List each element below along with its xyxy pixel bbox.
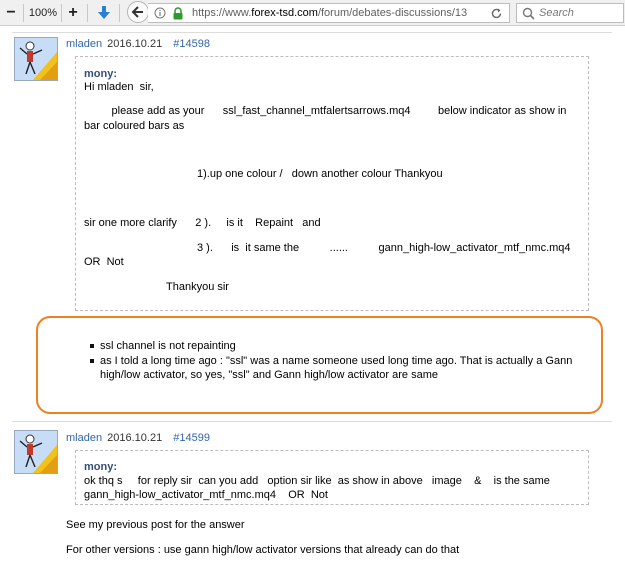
avatar-figure-icon bbox=[15, 431, 57, 473]
post-header: mladen 2016.10.21 #14598 bbox=[66, 38, 210, 50]
quote-line: ok thq s for reply sir can you add optio… bbox=[84, 475, 550, 487]
search-icon bbox=[522, 7, 535, 20]
url-prefix: https://www. bbox=[192, 7, 252, 19]
toolbar-separator bbox=[119, 4, 120, 22]
download-arrow-icon bbox=[98, 6, 110, 19]
quote-box: mony: ok thq s for reply sir can you add… bbox=[75, 450, 589, 505]
list-item: ssl channel is not repainting bbox=[90, 339, 600, 353]
post-divider bbox=[12, 421, 612, 422]
address-bar[interactable]: https://www.forex-tsd.com/forum/debates-… bbox=[148, 3, 510, 23]
quote-box: mony: Hi mladen sir, please add as your … bbox=[75, 56, 589, 311]
zoom-in-button[interactable]: + bbox=[66, 3, 80, 23]
post-time: 2016.10.21 bbox=[107, 38, 163, 50]
avatar[interactable] bbox=[14, 37, 58, 81]
list-item-text: ssl channel is not repainting bbox=[100, 340, 236, 352]
zoom-level[interactable]: 100% bbox=[28, 3, 58, 23]
quote-line: Thankyou sir bbox=[166, 281, 229, 293]
post-number-link[interactable]: #14598 bbox=[173, 38, 210, 50]
quote-line: gann_high-low_activator_mtf_nmc.mq4 OR N… bbox=[84, 489, 328, 501]
url-text: https://www.forex-tsd.com/forum/debates-… bbox=[192, 7, 467, 19]
quote-line: sir one more clarify 2 ). is it Repaint … bbox=[84, 217, 321, 229]
avatar-figure-icon bbox=[15, 38, 57, 80]
quote-line: 1).up one colour / down another colour T… bbox=[197, 168, 443, 180]
quote-line: 3 ). is it same the ...... gann_high-low… bbox=[197, 242, 571, 254]
post-divider bbox=[12, 32, 612, 33]
lock-icon[interactable] bbox=[172, 7, 184, 20]
url-domain: forex-tsd.com bbox=[251, 7, 318, 19]
back-arrow-icon bbox=[131, 6, 143, 18]
list-item: as I told a long time ago : "ssl" was a … bbox=[90, 354, 600, 382]
quote-line: OR Not bbox=[84, 256, 124, 268]
url-path: /forum/debates-discussions/13 bbox=[317, 7, 468, 19]
quote-line: Hi mladen sir, bbox=[84, 81, 154, 93]
bullet bbox=[90, 344, 94, 348]
quote-line: please add as your ssl_fast_channel_mtfa… bbox=[84, 105, 567, 117]
zoom-out-button[interactable]: − bbox=[4, 3, 18, 23]
toolbar-separator bbox=[87, 4, 88, 22]
info-icon[interactable] bbox=[154, 7, 166, 19]
reply-text: For other versions : use gann high/low a… bbox=[66, 544, 460, 556]
post-number-link[interactable]: #14599 bbox=[173, 432, 210, 444]
quote-author: mony: bbox=[84, 68, 117, 80]
reply-list: ssl channel is not repainting as I told … bbox=[90, 339, 600, 383]
toolbar-separator bbox=[61, 4, 62, 22]
search-placeholder: Search bbox=[539, 7, 574, 19]
post-time: 2016.10.21 bbox=[107, 432, 163, 444]
reload-icon[interactable] bbox=[490, 7, 503, 20]
quote-author: mony: bbox=[84, 461, 117, 473]
list-item-text: as I told a long time ago : "ssl" was a … bbox=[100, 355, 573, 381]
browser-toolbar: − 100% + https://www.forex-tsd.com/forum… bbox=[0, 0, 625, 26]
search-bar[interactable]: Search bbox=[516, 3, 624, 23]
avatar[interactable] bbox=[14, 430, 58, 474]
reply-text: See my previous post for the answer bbox=[66, 519, 245, 531]
author-link[interactable]: mladen bbox=[66, 432, 102, 444]
quote-line: bar coloured bars as bbox=[84, 120, 185, 132]
back-button[interactable] bbox=[127, 1, 149, 23]
bullet bbox=[90, 359, 94, 363]
author-link[interactable]: mladen bbox=[66, 38, 102, 50]
toolbar-separator bbox=[23, 4, 24, 22]
post-header: mladen 2016.10.21 #14599 bbox=[66, 432, 210, 444]
downloads-button[interactable] bbox=[96, 3, 112, 23]
